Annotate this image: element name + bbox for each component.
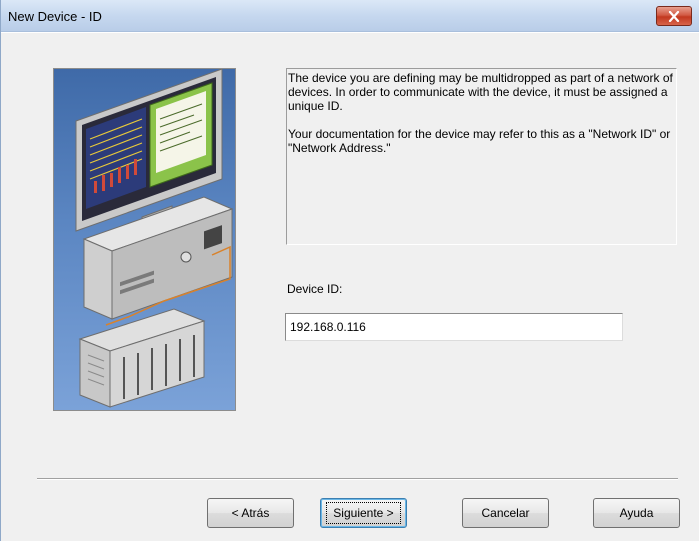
button-separator [37, 478, 678, 480]
help-button[interactable]: Ayuda [593, 498, 680, 528]
description-panel: The device you are defining may be multi… [286, 68, 677, 245]
description-paragraph-1: The device you are defining may be multi… [288, 71, 673, 113]
back-button[interactable]: < Atrás [207, 498, 294, 528]
dialog-window: New Device - ID The device you are defin… [0, 0, 699, 541]
close-button[interactable] [656, 6, 692, 26]
cancel-button[interactable]: Cancelar [462, 498, 549, 528]
device-id-input[interactable] [285, 313, 623, 341]
description-paragraph-2: Your documentation for the device may re… [288, 127, 671, 155]
next-button-label: Siguiente > [326, 502, 401, 524]
device-illustration [53, 68, 236, 411]
device-id-label: Device ID: [287, 282, 343, 296]
window-title: New Device - ID [8, 9, 102, 24]
title-bar[interactable]: New Device - ID [1, 0, 699, 32]
next-button[interactable]: Siguiente > [320, 498, 407, 528]
close-icon [668, 10, 680, 22]
computer-network-icon [75, 69, 234, 408]
